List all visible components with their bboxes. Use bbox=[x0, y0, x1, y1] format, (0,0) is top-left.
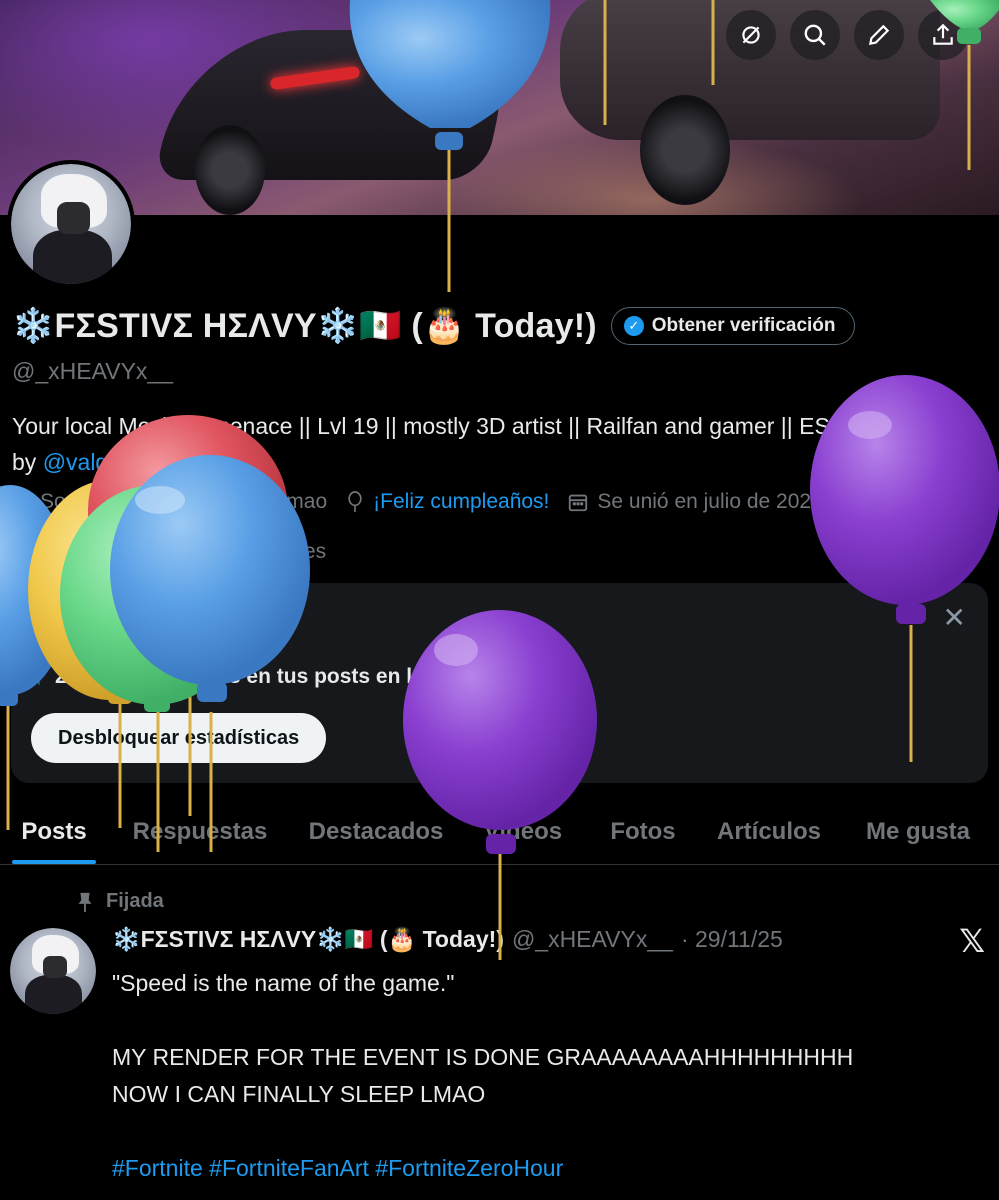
tab-posts[interactable]: Posts bbox=[0, 800, 108, 864]
hide-button[interactable] bbox=[726, 10, 776, 60]
banner-car-wheel bbox=[640, 95, 730, 205]
pinned-indicator: Fijada bbox=[76, 890, 164, 913]
followers-link[interactable]: 1,4K Seguidores bbox=[170, 540, 326, 563]
location-text: Somewhere in the woods lmao bbox=[40, 490, 328, 513]
post-author[interactable]: ❄️FΣSTIVΣ HΣΛVY❄️🇲🇽 (🎂 Today!) bbox=[112, 926, 504, 953]
x-logo-icon: 𝕏 bbox=[959, 923, 985, 959]
bio-link[interactable]: @valgax_FN bbox=[43, 449, 176, 475]
edit-profile-button[interactable] bbox=[854, 10, 904, 60]
post-body: "Speed is the name of the game." MY REND… bbox=[112, 965, 982, 1187]
followers-label: Seguidores bbox=[219, 540, 327, 563]
avatar-body bbox=[32, 230, 112, 284]
close-icon[interactable]: ✕ bbox=[943, 601, 966, 634]
card-label: Privado para ti bbox=[33, 607, 150, 627]
avatar-face bbox=[56, 202, 91, 234]
tab-likes[interactable]: Me gusta bbox=[838, 800, 998, 864]
name-row: ❄️FΣSTIVΣ HΣΛVY❄️🇲🇽 (🎂 Today!) ✓ Obtener… bbox=[12, 306, 855, 346]
post-line: "Speed is the name of the game." bbox=[112, 970, 455, 996]
get-verified-label: Obtener verificación bbox=[651, 315, 836, 336]
hide-icon bbox=[742, 26, 760, 44]
share-icon bbox=[933, 23, 953, 45]
post-hashtags[interactable]: #Fortnite #FortniteFanArt #FortniteZeroH… bbox=[112, 1150, 982, 1187]
profile-bio: Your local Mexican menace || Lvl 19 || m… bbox=[12, 408, 987, 480]
following-count: 272 bbox=[12, 540, 48, 563]
joined-item: Se unió en julio de 2020 › bbox=[567, 490, 838, 514]
unlock-stats-button[interactable]: Desbloquear estadísticas bbox=[31, 713, 327, 763]
post-avatar[interactable] bbox=[10, 928, 96, 1014]
profile-page: ❄️FΣSTIVΣ HΣΛVY❄️🇲🇽 (🎂 Today!) ✓ Obtener… bbox=[0, 0, 999, 1200]
arrow-up-icon: ↑ bbox=[33, 663, 45, 690]
pinned-label: Fijada bbox=[106, 890, 164, 912]
profile-tabs: Posts Respuestas Destacados Videos Fotos… bbox=[0, 800, 999, 865]
verified-check-icon: ✓ bbox=[623, 316, 644, 336]
profile-handle: @_xHEAVYx__ bbox=[12, 358, 173, 384]
chevron-right-icon: › bbox=[830, 490, 838, 513]
tab-articles[interactable]: Artículos bbox=[700, 800, 838, 864]
post-avatar-image bbox=[10, 928, 96, 1014]
post-line: NOW I CAN FINALLY SLEEP LMAO bbox=[112, 1081, 486, 1107]
joined-text: Se unió en julio de 2020 bbox=[597, 490, 823, 513]
tab-photos[interactable]: Fotos bbox=[586, 800, 700, 864]
calendar-icon bbox=[569, 494, 588, 512]
profile-avatar[interactable] bbox=[7, 160, 135, 288]
post-line: MY RENDER FOR THE EVENT IS DONE GRAAAAAA… bbox=[112, 1044, 854, 1070]
search-icon bbox=[804, 24, 826, 46]
search-button[interactable] bbox=[790, 10, 840, 60]
impressions-stat: ↑ 23.4K impresiones en tus posts en los … bbox=[33, 663, 583, 691]
post-handle[interactable]: @_xHEAVYx__ bbox=[512, 926, 673, 953]
profile-meta: Somewhere in the woods lmao ¡Feliz cumpl… bbox=[12, 490, 838, 514]
get-verified-button[interactable]: ✓ Obtener verificación bbox=[610, 307, 855, 345]
avatar-body bbox=[25, 975, 83, 1014]
birthday-text: ¡Feliz cumpleaños! bbox=[373, 490, 550, 513]
tab-replies[interactable]: Respuestas bbox=[108, 800, 292, 864]
banner-car-wheel bbox=[195, 125, 265, 215]
analytics-card: Privado para ti ✕ ↑ 23.4K impresiones en… bbox=[11, 583, 988, 783]
post-date[interactable]: · 29/11/25 bbox=[681, 926, 783, 953]
avatar-image bbox=[11, 164, 131, 284]
share-button[interactable] bbox=[918, 10, 968, 60]
location-item: Somewhere in the woods lmao bbox=[12, 490, 327, 514]
following-link[interactable]: 272 Siguiendo bbox=[12, 540, 146, 563]
post-header: ❄️FΣSTIVΣ HΣΛVY❄️🇲🇽 (🎂 Today!) @_xHEAVYx… bbox=[112, 926, 783, 953]
follow-counts: 272 Siguiendo 1,4K Seguidores bbox=[12, 540, 326, 564]
pin-icon bbox=[78, 892, 92, 912]
profile-banner[interactable] bbox=[0, 0, 999, 215]
balloon-icon bbox=[348, 491, 362, 512]
impressions-text: 23.4K impresiones en tus posts en los úl… bbox=[55, 665, 583, 688]
followers-count: 1,4K bbox=[169, 540, 215, 563]
display-name: ❄️FΣSTIVΣ HΣΛVY❄️🇲🇽 (🎂 Today!) bbox=[12, 307, 597, 345]
birthday-item[interactable]: ¡Feliz cumpleaños! bbox=[345, 490, 549, 514]
edit-icon bbox=[868, 24, 890, 46]
tab-videos[interactable]: Videos bbox=[460, 800, 586, 864]
avatar-face bbox=[42, 955, 67, 978]
following-label: Siguiendo bbox=[52, 540, 147, 563]
location-icon bbox=[15, 492, 29, 512]
tab-highlights[interactable]: Destacados bbox=[292, 800, 460, 864]
